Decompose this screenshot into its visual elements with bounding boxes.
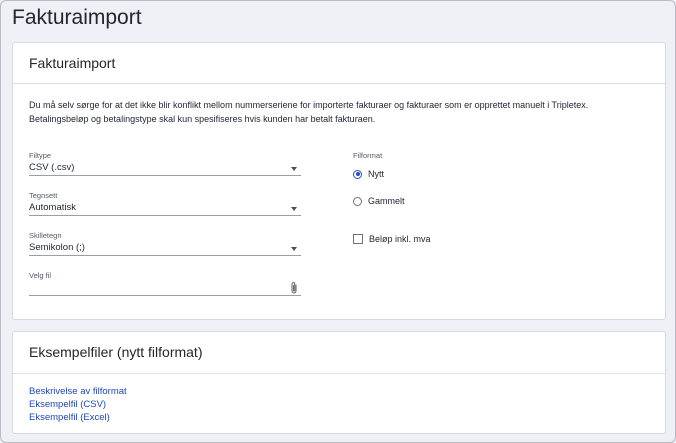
- page-title: Fakturaimport: [12, 6, 142, 29]
- filformat-option-label: Nytt: [368, 169, 385, 179]
- link-format-description[interactable]: Beskrivelse av filformat: [29, 385, 127, 398]
- skilletegn-select[interactable]: Semikolon (;): [29, 241, 301, 256]
- filformat-option-gammelt[interactable]: Gammelt: [353, 196, 405, 206]
- filtype-label: Filtype: [29, 151, 52, 160]
- invoice-import-card: Fakturaimport Du må selv sørge for at de…: [12, 42, 666, 320]
- example-files-card: Eksempelfiler (nytt filformat) Beskrivel…: [12, 331, 666, 434]
- skilletegn-value: Semikolon (;): [29, 242, 85, 253]
- tegnsett-value: Automatisk: [29, 202, 76, 213]
- link-example-excel[interactable]: Eksempelfil (Excel): [29, 411, 127, 424]
- chevron-down-icon: [291, 207, 297, 211]
- intro-text: Du må selv sørge for at det ikke blir ko…: [29, 99, 629, 126]
- filformat-option-nytt[interactable]: Nytt: [353, 169, 384, 179]
- radio-unselected[interactable]: [353, 196, 362, 206]
- intro-line-1: Du må selv sørge for at det ikke blir ko…: [29, 100, 589, 110]
- filformat-option-label: Gammelt: [368, 196, 405, 206]
- filtype-select[interactable]: CSV (.csv): [29, 161, 301, 176]
- belop-inkl-mva-checkbox[interactable]: [353, 234, 363, 244]
- tegnsett-select[interactable]: Automatisk: [29, 201, 301, 216]
- filtype-value: CSV (.csv): [29, 162, 75, 173]
- skilletegn-field[interactable]: Skilletegn Semikolon (;): [29, 231, 301, 256]
- intro-line-2: Betalingsbeløp og betalingstype skal kun…: [29, 114, 376, 124]
- radio-selected[interactable]: [353, 169, 362, 179]
- chevron-down-icon: [291, 247, 297, 251]
- link-example-csv[interactable]: Eksempelfil (CSV): [29, 398, 127, 411]
- belop-inkl-mva-checkbox-row[interactable]: Beløp inkl. mva: [353, 234, 431, 244]
- velg-fil-field[interactable]: Velg fil: [29, 271, 301, 296]
- tegnsett-field[interactable]: Tegnsett Automatisk: [29, 191, 301, 216]
- chevron-down-icon: [291, 167, 297, 171]
- example-files-card-title: Eksempelfiler (nytt filformat): [13, 332, 665, 374]
- belop-inkl-mva-label: Beløp inkl. mva: [369, 234, 431, 244]
- filtype-field[interactable]: Filtype CSV (.csv): [29, 151, 301, 176]
- file-input[interactable]: [29, 281, 301, 296]
- velg-fil-label: Velg fil: [29, 271, 52, 280]
- example-links: Beskrivelse av filformat Eksempelfil (CS…: [29, 385, 127, 424]
- paperclip-icon[interactable]: [289, 281, 299, 295]
- tegnsett-label: Tegnsett: [29, 191, 58, 200]
- filformat-label: Filformat: [353, 151, 383, 160]
- invoice-import-card-title: Fakturaimport: [13, 43, 665, 84]
- skilletegn-label: Skilletegn: [29, 231, 62, 240]
